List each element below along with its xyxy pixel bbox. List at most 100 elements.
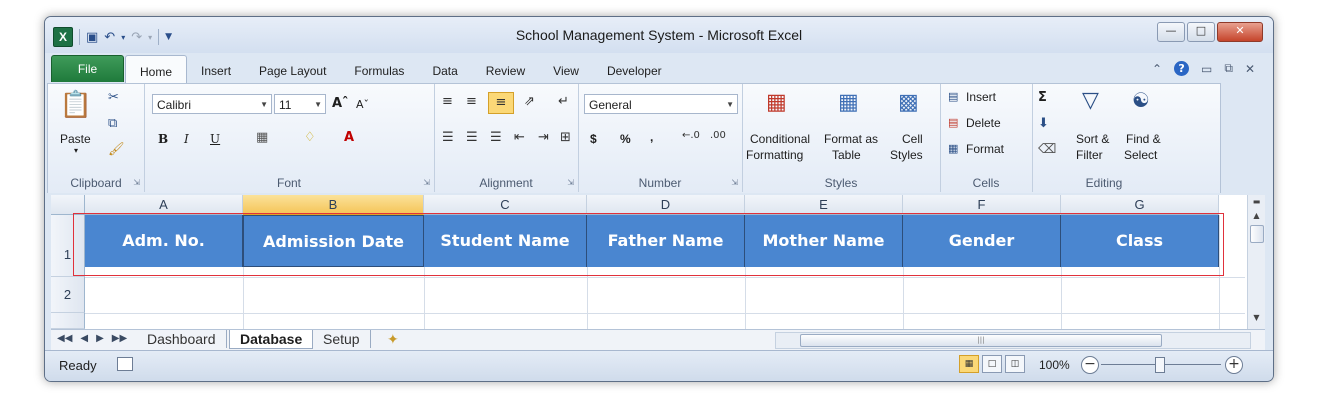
cell-a1[interactable]: Adm. No. <box>85 215 243 267</box>
paste-button[interactable]: Paste <box>60 132 91 146</box>
copy-icon[interactable]: ⧉ <box>108 116 117 131</box>
number-format-combo[interactable]: General ▼ <box>584 94 738 114</box>
scroll-down-icon[interactable]: ▼ <box>1248 311 1265 325</box>
column-header-b[interactable]: B <box>243 195 424 215</box>
page-break-view-icon[interactable]: ◫ <box>1005 355 1025 373</box>
merge-center-icon[interactable]: ⊞ <box>560 130 571 145</box>
conditional-formatting-icon[interactable]: ▦ <box>766 90 787 115</box>
cell-f1[interactable]: Gender <box>903 215 1061 267</box>
increase-indent-icon[interactable]: ⇥ <box>538 130 549 145</box>
underline-button[interactable]: U <box>210 132 220 146</box>
zoom-level[interactable]: 100% <box>1039 358 1070 372</box>
horizontal-scrollbar[interactable]: ||| <box>775 332 1251 349</box>
decrease-indent-icon[interactable]: ⇤ <box>514 130 525 145</box>
font-name-combo[interactable]: Calibri ▼ <box>152 94 272 114</box>
record-macro-icon[interactable] <box>117 357 133 371</box>
fill-color-icon[interactable]: ♢ <box>304 130 316 145</box>
font-color-icon[interactable]: A <box>344 130 354 145</box>
cell-c1[interactable]: Student Name <box>424 215 587 267</box>
find-select-icon[interactable]: ☯ <box>1132 88 1150 112</box>
tab-home[interactable]: Home <box>125 55 188 84</box>
grow-font-icon[interactable]: Aˆ <box>332 96 349 111</box>
scroll-up-icon[interactable]: ▲ <box>1248 209 1265 223</box>
conditional-formatting-label-2[interactable]: Formatting <box>746 148 803 162</box>
zoom-slider-thumb[interactable] <box>1155 357 1165 373</box>
format-cells-button[interactable]: Format <box>966 142 1004 156</box>
shrink-font-icon[interactable]: Aˇ <box>356 98 369 111</box>
alignment-launcher-icon[interactable]: ⇲ <box>567 178 574 187</box>
tab-insert[interactable]: Insert <box>187 59 245 83</box>
font-launcher-icon[interactable]: ⇲ <box>423 178 430 187</box>
fill-icon[interactable]: ⬇ <box>1038 116 1049 131</box>
maximize-button[interactable]: □ <box>1187 22 1215 42</box>
cell-styles-icon[interactable]: ▩ <box>898 90 919 115</box>
zoom-out-button[interactable]: − <box>1081 356 1099 374</box>
align-top-icon[interactable]: ≡ <box>442 94 453 109</box>
comma-button[interactable]: , <box>650 130 653 144</box>
next-sheet-icon[interactable]: ▶ <box>96 333 104 344</box>
delete-cells-button[interactable]: Delete <box>966 116 1001 130</box>
find-select-label-1[interactable]: Find & <box>1126 132 1161 146</box>
italic-button[interactable]: I <box>184 132 189 146</box>
column-header-g[interactable]: G <box>1061 195 1219 215</box>
worksheet-grid[interactable]: A B C D E F G 1 2 Adm. No. Admission Dat… <box>51 195 1247 329</box>
workbook-minimize-icon[interactable]: ▭ <box>1201 62 1212 76</box>
row-header-2[interactable]: 2 <box>51 277 85 313</box>
number-launcher-icon[interactable]: ⇲ <box>731 178 738 187</box>
paste-dropdown-icon[interactable]: ▾ <box>74 146 78 155</box>
tab-developer[interactable]: Developer <box>593 59 676 83</box>
borders-icon[interactable]: ▦ <box>256 130 268 145</box>
sort-filter-label-1[interactable]: Sort & <box>1076 132 1109 146</box>
split-box-icon[interactable]: ▬ <box>1248 195 1265 209</box>
vertical-scrollbar[interactable]: ▬ ▲ ▼ <box>1247 195 1265 329</box>
increase-decimal-icon[interactable]: ←.0 <box>682 130 700 141</box>
normal-view-icon[interactable]: ▦ <box>959 355 979 373</box>
first-sheet-icon[interactable]: ◀◀ <box>57 333 72 344</box>
sheet-tab-dashboard[interactable]: Dashboard <box>137 330 227 348</box>
row-header-1[interactable]: 1 <box>51 215 85 277</box>
sort-filter-label-2[interactable]: Filter <box>1076 148 1103 162</box>
cell-styles-label-1[interactable]: Cell <box>902 132 923 146</box>
delete-cells-icon[interactable]: ▤ <box>948 116 958 129</box>
tab-view[interactable]: View <box>539 59 593 83</box>
new-sheet-icon[interactable]: ✦ <box>377 330 409 348</box>
percent-button[interactable]: % <box>620 132 631 146</box>
clipboard-launcher-icon[interactable]: ⇲ <box>133 178 140 187</box>
insert-cells-icon[interactable]: ▤ <box>948 90 958 103</box>
paste-icon[interactable]: 📋 <box>58 90 94 120</box>
workbook-close-icon[interactable]: ✕ <box>1245 62 1255 76</box>
cell-d1[interactable]: Father Name <box>587 215 745 267</box>
format-painter-icon[interactable]: 🖌 <box>108 142 125 157</box>
cell-b1[interactable]: Admission Date <box>243 215 424 267</box>
bold-button[interactable]: B <box>158 132 168 146</box>
align-left-icon[interactable]: ☰ <box>442 130 454 145</box>
select-all-button[interactable] <box>51 195 85 215</box>
format-cells-icon[interactable]: ▦ <box>948 142 958 155</box>
sheet-tab-database[interactable]: Database <box>229 330 314 349</box>
format-as-table-icon[interactable]: ▦ <box>838 90 859 115</box>
align-center-icon[interactable]: ☰ <box>466 130 478 145</box>
prev-sheet-icon[interactable]: ◀ <box>80 333 88 344</box>
wrap-text-icon[interactable]: ↵ <box>558 94 569 109</box>
workbook-restore-icon[interactable]: ⧉ <box>1224 61 1233 76</box>
minimize-button[interactable]: — <box>1157 22 1185 42</box>
column-header-c[interactable]: C <box>424 195 587 215</box>
cell-e1[interactable]: Mother Name <box>745 215 903 267</box>
align-right-icon[interactable]: ☰ <box>490 130 502 145</box>
currency-button[interactable]: $ <box>590 132 597 146</box>
align-bottom-icon[interactable]: ≡ <box>488 92 514 114</box>
zoom-in-button[interactable]: + <box>1225 356 1243 374</box>
clear-icon[interactable]: ⌫ <box>1038 142 1056 157</box>
conditional-formatting-label-1[interactable]: Conditional <box>750 132 810 146</box>
horizontal-scroll-thumb[interactable]: ||| <box>800 334 1162 347</box>
tab-formulas[interactable]: Formulas <box>340 59 418 83</box>
autosum-icon[interactable]: Σ <box>1038 90 1047 105</box>
last-sheet-icon[interactable]: ▶▶ <box>112 333 127 344</box>
tab-file[interactable]: File <box>51 55 124 82</box>
insert-cells-button[interactable]: Insert <box>966 90 996 104</box>
column-header-e[interactable]: E <box>745 195 903 215</box>
font-size-combo[interactable]: 11 ▼ <box>274 94 326 114</box>
cell-g1[interactable]: Class <box>1061 215 1219 267</box>
page-layout-view-icon[interactable]: □ <box>982 355 1002 373</box>
tab-data[interactable]: Data <box>418 59 471 83</box>
